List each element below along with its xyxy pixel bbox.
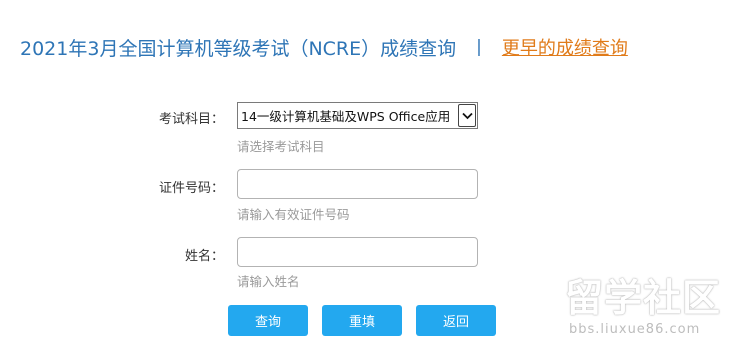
subject-label: 考试科目： — [158, 112, 224, 127]
subject-selected-value: 14一级计算机基础及WPS Office应用 — [241, 109, 451, 124]
header-separator: | — [476, 37, 482, 57]
watermark-text: 留学社区 — [565, 276, 722, 320]
name-hint: 请输入姓名 — [237, 274, 300, 289]
chevron-down-icon[interactable] — [458, 104, 476, 127]
back-button[interactable]: 返回 — [416, 305, 496, 336]
query-button[interactable]: 查询 — [228, 305, 308, 336]
id-number-label: 证件号码： — [158, 181, 224, 196]
subject-hint: 请选择考试科目 — [237, 139, 325, 154]
subject-select[interactable]: 14一级计算机基础及WPS Office应用 — [237, 102, 478, 129]
page-title: 2021年3月全国计算机等级考试（NCRE）成绩查询 — [20, 37, 457, 60]
id-number-input[interactable] — [237, 169, 478, 199]
name-input[interactable] — [237, 237, 478, 267]
page-header: 2021年3月全国计算机等级考试（NCRE）成绩查询 | 更早的成绩查询 — [20, 30, 628, 64]
watermark-logo: 留学社区 bbs.liuxue86.com — [565, 278, 725, 344]
name-label: 姓名： — [184, 249, 224, 264]
id-number-hint: 请输入有效证件号码 — [237, 207, 350, 222]
watermark-url: bbs.liuxue86.com — [569, 322, 701, 337]
reset-button[interactable]: 重填 — [322, 305, 402, 336]
earlier-scores-link[interactable]: 更早的成绩查询 — [502, 34, 628, 60]
